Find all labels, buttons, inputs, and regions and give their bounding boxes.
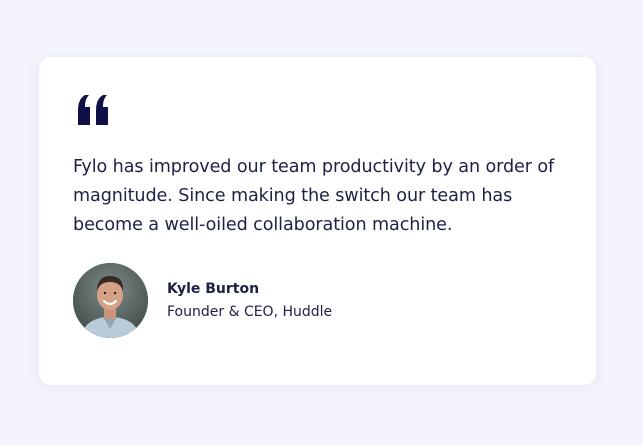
author-name: Kyle Burton xyxy=(167,281,260,297)
testimonial-card: Fylo has improved our team productivity … xyxy=(39,57,596,385)
author-title: Founder & CEO, Huddle xyxy=(167,304,333,320)
testimonial-quote: Fylo has improved our team productivity … xyxy=(73,157,555,235)
avatar-photo xyxy=(73,263,148,338)
quote-icon xyxy=(78,95,108,125)
avatar xyxy=(73,263,148,338)
